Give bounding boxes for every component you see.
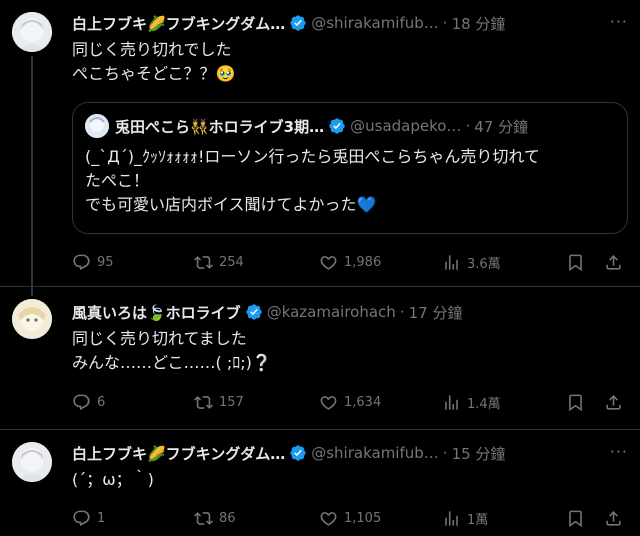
display-name[interactable]: 白上フブキ🌽フブキングダム… (72, 13, 285, 34)
timestamp[interactable]: 18 分鐘 (452, 13, 506, 34)
timestamp[interactable]: 15 分鐘 (452, 443, 506, 464)
quoted-tweet[interactable]: 兎田ぺこら👯ホロライブ3期… @usadapeko… · 47 分鐘 (_`Д´… (72, 102, 628, 234)
views-count: 3.6萬 (467, 256, 501, 272)
verified-badge-icon (245, 303, 263, 321)
reply-button[interactable]: 1 (72, 508, 105, 528)
like-count: 1,105 (344, 510, 382, 526)
views-icon (445, 394, 458, 410)
quoted-timestamp: 47 分鐘 (474, 117, 529, 136)
display-name[interactable]: 白上フブキ🌽フブキングダム… (72, 443, 285, 464)
reply-icon (73, 394, 90, 410)
views-button[interactable]: 1萬 (442, 508, 488, 528)
reply-count: 95 (97, 254, 114, 270)
share-icon (606, 394, 621, 410)
quoted-text-line: でも可愛い店内ボイス聞けてよかった💙 (85, 195, 377, 214)
tweet-text-line: 同じく売り切れでした (72, 40, 232, 59)
heart-icon (320, 255, 337, 270)
retweet-icon (194, 255, 213, 269)
handle[interactable]: @shirakamifub… (311, 14, 439, 32)
avatar[interactable] (12, 442, 52, 482)
share-button[interactable] (604, 252, 629, 272)
verified-badge-icon (289, 444, 307, 462)
display-name[interactable]: 風真いろは🍃ホロライブ (72, 302, 241, 323)
reply-icon (73, 510, 90, 526)
bookmark-icon (569, 510, 582, 527)
avatar[interactable] (12, 12, 52, 52)
reply-count: 6 (97, 394, 106, 410)
bookmark-button[interactable] (566, 508, 591, 528)
retweet-icon (194, 395, 213, 409)
tweet[interactable]: 白上フブキ🌽フブキングダム… @shirakamifub… · 15 分鐘 ··… (0, 430, 640, 536)
bookmark-button[interactable] (566, 392, 591, 412)
quoted-avatar (85, 114, 109, 138)
verified-badge-icon (289, 14, 307, 32)
reply-button[interactable]: 95 (72, 252, 114, 272)
retweet-count: 86 (219, 510, 236, 526)
tweet-text: (´；ω；｀) (72, 468, 624, 492)
retweet-button[interactable]: 86 (194, 508, 236, 528)
retweet-button[interactable]: 254 (194, 252, 244, 272)
views-count: 1萬 (467, 512, 489, 528)
handle[interactable]: @shirakamifub… (311, 444, 439, 462)
quoted-text-line: (_`Д´)_ｸｯｿｫｫｫｫ!ローソン行ったら兎田ぺこらちゃん売り切れて (85, 147, 540, 166)
tweet-header: 風真いろは🍃ホロライブ @kazamairohach · 17 分鐘 (72, 301, 628, 323)
bookmark-button[interactable] (566, 252, 591, 272)
like-button[interactable]: 1,634 (319, 392, 381, 412)
like-button[interactable]: 1,105 (319, 508, 381, 528)
separator-dot: · (442, 444, 448, 462)
views-button[interactable]: 3.6萬 (442, 252, 501, 272)
views-count: 1.4萬 (467, 396, 501, 412)
retweet-count: 157 (219, 394, 244, 410)
action-bar: 95 254 1,986 3.6萬 (72, 252, 628, 272)
tweet[interactable]: 白上フブキ🌽フブキングダム… @shirakamifub… · 18 分鐘 ··… (0, 0, 640, 296)
quoted-handle: @usadapeko… (350, 117, 462, 135)
verified-badge-icon (328, 117, 346, 135)
quoted-tweet-text: (_`Д´)_ｸｯｿｫｫｫｫ!ローソン行ったら兎田ぺこらちゃん売り切れて たぺこ… (85, 145, 615, 217)
views-icon (445, 254, 458, 270)
like-count: 1,634 (344, 394, 382, 410)
share-button[interactable] (604, 508, 629, 528)
bookmark-icon (569, 394, 582, 411)
share-icon (606, 510, 621, 526)
like-count: 1,986 (344, 254, 382, 270)
heart-icon (320, 395, 337, 410)
separator-dot: · (399, 303, 405, 321)
timestamp[interactable]: 17 分鐘 (409, 302, 463, 323)
tweet-text: 同じく売り切れてました みんな……どこ……( ;ﾛ;)❔ (72, 327, 624, 375)
reply-count: 1 (97, 510, 106, 526)
more-icon[interactable]: ··· (610, 12, 628, 31)
like-button[interactable]: 1,986 (319, 252, 381, 272)
more-icon[interactable]: ··· (610, 442, 628, 461)
views-button[interactable]: 1.4萬 (442, 392, 501, 412)
tweet-text-line: (´；ω；｀) (72, 470, 154, 489)
views-icon (445, 510, 458, 526)
heart-icon (320, 511, 337, 526)
tweet-header: 白上フブキ🌽フブキングダム… @shirakamifub… · 18 分鐘 ··… (72, 12, 628, 34)
quoted-display-name: 兎田ぺこら👯ホロライブ3期… (115, 117, 325, 136)
separator-dot: · (442, 14, 448, 32)
tweet-text-line: みんな……どこ……( ;ﾛ;)❔ (72, 353, 272, 372)
retweet-button[interactable]: 157 (194, 392, 244, 412)
separator-dot: · (465, 117, 471, 135)
reply-button[interactable]: 6 (72, 392, 105, 412)
quoted-text-line: たぺこ！ (85, 171, 150, 190)
tweet-text-line: ぺこちゃそどこ？？🥹 (72, 64, 236, 83)
tweet-text-line: 同じく売り切れてました (72, 329, 247, 348)
share-button[interactable] (604, 392, 629, 412)
reply-icon (73, 254, 90, 270)
tweet-header: 白上フブキ🌽フブキングダム… @shirakamifub… · 15 分鐘 ··… (72, 442, 628, 464)
retweet-count: 254 (219, 254, 244, 270)
bookmark-icon (569, 254, 582, 271)
action-bar: 6 157 1,634 1.4萬 (72, 392, 628, 412)
quoted-tweet-header: 兎田ぺこら👯ホロライブ3期… @usadapeko… · 47 分鐘 (85, 114, 615, 138)
action-bar: 1 86 1,105 1萬 (72, 508, 628, 528)
thread-line (31, 56, 33, 296)
handle[interactable]: @kazamairohach (267, 303, 396, 321)
tweet-text: 同じく売り切れでした ぺこちゃそどこ？？🥹 (72, 38, 624, 86)
retweet-icon (194, 511, 213, 525)
share-icon (606, 254, 621, 270)
tweet[interactable]: 風真いろは🍃ホロライブ @kazamairohach · 17 分鐘 同じく売り… (0, 287, 640, 429)
avatar[interactable] (12, 299, 52, 339)
